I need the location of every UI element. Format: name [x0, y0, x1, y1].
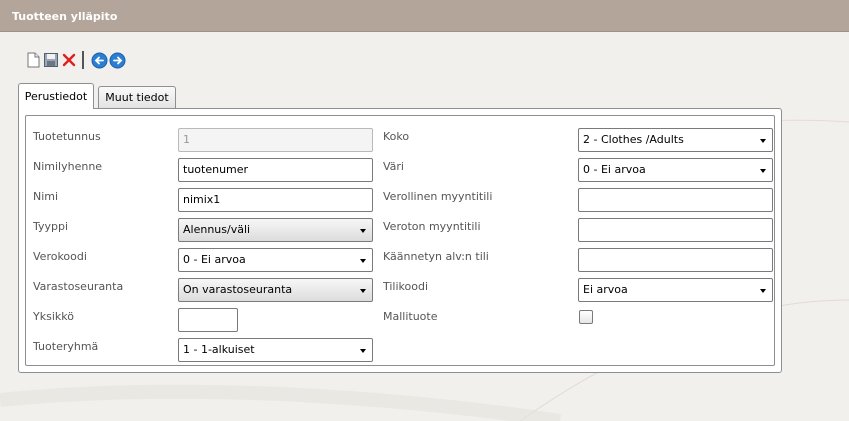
tax-code-select[interactable]: 0 - Ei arvoa	[178, 248, 373, 272]
taxfree-sales-account-label: Veroton myyntitili	[383, 220, 481, 233]
toolbar	[24, 50, 126, 70]
account-code-label: Tilikoodi	[383, 280, 429, 293]
size-label: Koko	[383, 130, 410, 143]
color-select-value: 0 - Ei arvoa	[583, 163, 646, 176]
tab-perustiedot[interactable]: Perustiedot	[18, 83, 94, 109]
color-select[interactable]: 0 - Ei arvoa	[578, 158, 773, 182]
type-label: Tyyppi	[33, 220, 69, 233]
stock-tracking-select[interactable]: On varastoseuranta	[178, 278, 373, 302]
taxable-sales-account-label: Verollinen myyntitili	[383, 190, 493, 203]
chevron-down-icon	[360, 229, 366, 233]
type-select-value: Alennus/väli	[183, 223, 251, 236]
product-id-label: Tuotetunnus	[33, 130, 101, 143]
tax-code-select-value: 0 - Ei arvoa	[183, 253, 246, 266]
size-select[interactable]: 2 - Clothes /Adults	[578, 128, 773, 152]
new-document-icon	[27, 52, 40, 68]
forward-button[interactable]	[108, 51, 126, 69]
taxfree-sales-account-field[interactable]	[578, 218, 773, 242]
new-button[interactable]	[24, 51, 42, 69]
toolbar-separator	[82, 51, 84, 69]
short-name-field[interactable]: tuotenumer	[178, 158, 373, 182]
back-button[interactable]	[90, 51, 108, 69]
form-panel: Tuotetunnus 1 Nimilyhenne tuotenumer Nim…	[18, 108, 782, 373]
title-bar: Tuotteen ylläpito	[0, 0, 849, 32]
type-select[interactable]: Alennus/väli	[178, 218, 373, 242]
page-title: Tuotteen ylläpito	[12, 10, 118, 23]
back-icon	[91, 52, 107, 68]
account-code-select-value: Ei arvoa	[583, 283, 628, 296]
form-fieldset: Tuotetunnus 1 Nimilyhenne tuotenumer Nim…	[25, 115, 775, 366]
stock-tracking-select-value: On varastoseuranta	[183, 283, 293, 296]
unit-label: Yksikkö	[33, 310, 74, 323]
chevron-down-icon	[760, 289, 766, 293]
reverse-vat-account-label: Käännetyn alv:n tili	[383, 250, 489, 263]
size-select-value: 2 - Clothes /Adults	[583, 133, 684, 146]
color-label: Väri	[383, 160, 404, 173]
tab-muut-tiedot[interactable]: Muut tiedot	[98, 86, 176, 108]
name-label: Nimi	[33, 190, 59, 203]
stock-tracking-label: Varastoseuranta	[33, 280, 124, 293]
short-name-label: Nimilyhenne	[33, 160, 103, 173]
tab-label: Muut tiedot	[105, 91, 169, 104]
model-product-label: Mallituote	[383, 310, 438, 323]
unit-field[interactable]	[178, 308, 238, 332]
product-group-select-value: 1 - 1-alkuiset	[183, 343, 255, 356]
chevron-down-icon	[360, 349, 366, 353]
product-group-label: Tuoteryhmä	[33, 340, 99, 353]
chevron-down-icon	[760, 169, 766, 173]
product-id-field[interactable]: 1	[178, 128, 373, 152]
account-code-select[interactable]: Ei arvoa	[578, 278, 773, 302]
tab-label: Perustiedot	[24, 90, 88, 103]
taxable-sales-account-field[interactable]	[578, 188, 773, 212]
delete-button[interactable]	[60, 51, 78, 69]
tax-code-label: Verokoodi	[33, 250, 87, 263]
name-field[interactable]: nimix1	[178, 188, 373, 212]
chevron-down-icon	[760, 139, 766, 143]
save-icon	[44, 53, 58, 67]
product-group-select[interactable]: 1 - 1-alkuiset	[178, 338, 373, 362]
model-product-checkbox[interactable]	[579, 310, 593, 324]
delete-icon	[62, 53, 76, 67]
reverse-vat-account-field[interactable]	[578, 248, 773, 272]
save-button[interactable]	[42, 51, 60, 69]
chevron-down-icon	[360, 259, 366, 263]
chevron-down-icon	[360, 289, 366, 293]
forward-icon	[109, 52, 125, 68]
